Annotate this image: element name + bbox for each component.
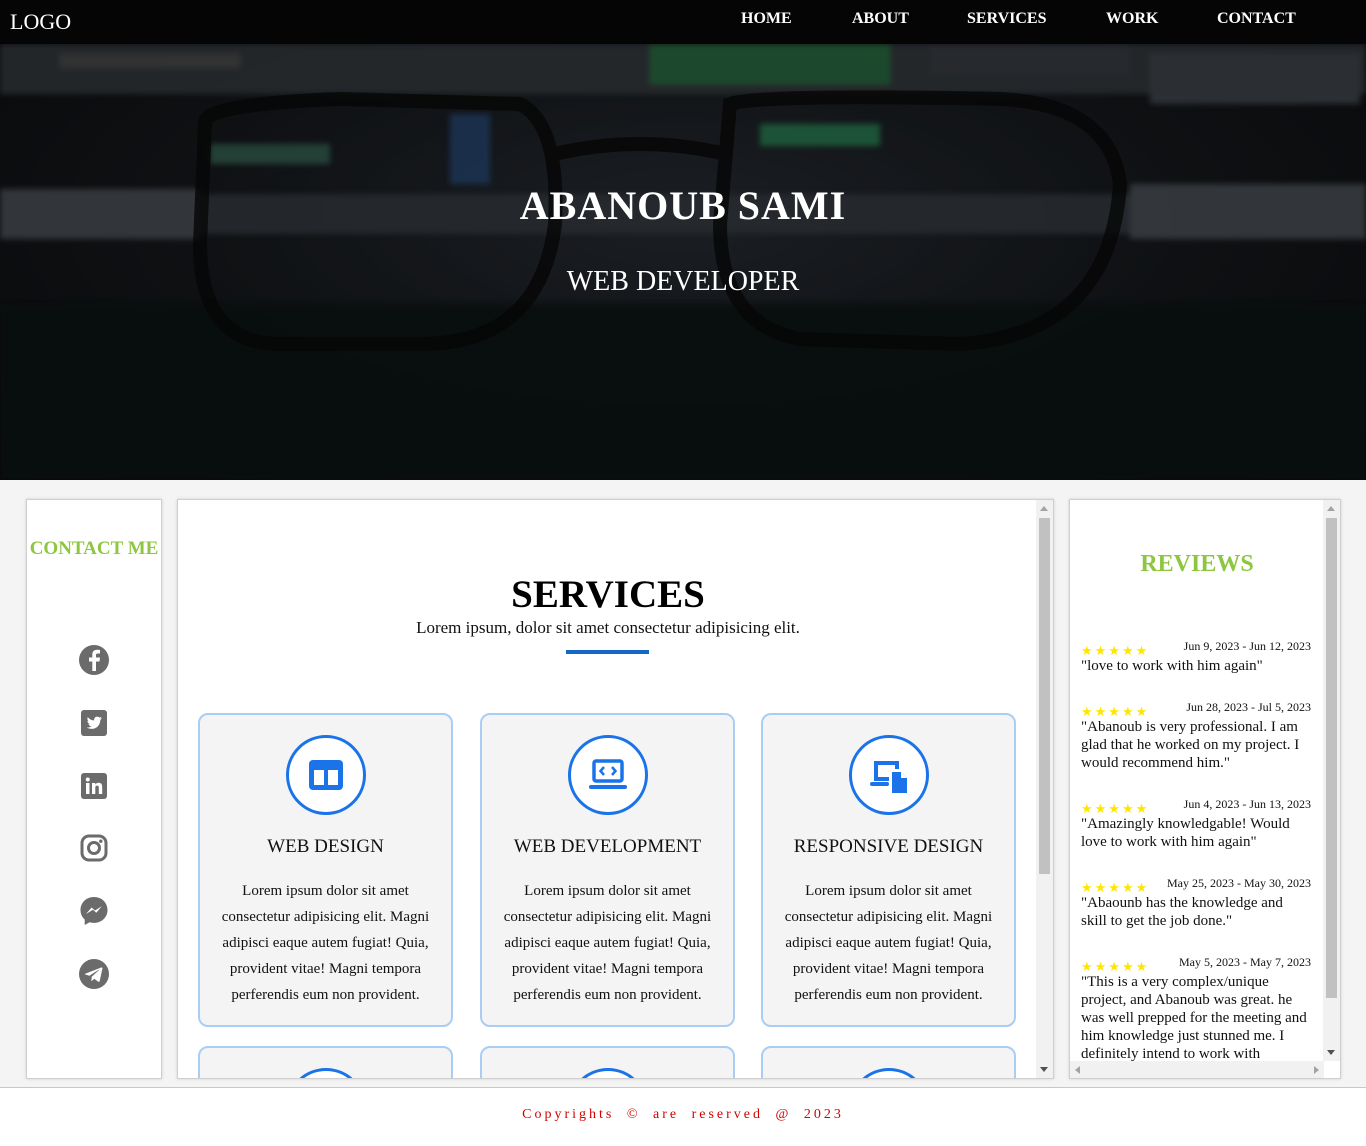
services-section[interactable]: SERVICES Lorem ipsum, dolor sit amet con…: [177, 499, 1054, 1079]
copyright-text: Copyrights © are reserved @ 2023: [522, 1107, 844, 1122]
nav-about-link[interactable]: ABOUT: [852, 0, 909, 37]
reviews-horizontal-scrollbar[interactable]: [1070, 1061, 1324, 1078]
card-icon-circle: [568, 1068, 648, 1078]
star-rating: ★★★★★: [1081, 959, 1150, 974]
card-title: RESPONSIVE DESIGN: [793, 836, 984, 857]
contact-sidebar: CONTACT ME: [26, 499, 162, 1079]
contact-title: CONTACT ME: [29, 538, 159, 559]
hero-role: WEB DEVELOPER: [566, 266, 800, 297]
reviews-title: REVIEWS: [1140, 551, 1254, 577]
scrollbar-thumb[interactable]: [1039, 518, 1050, 874]
star-rating: ★★★★★: [1081, 801, 1150, 816]
review-text: "This is a very complex/unique project, …: [1081, 974, 1307, 1062]
card-description: Lorem ipsum dolor sit amet consectetur a…: [503, 883, 712, 1003]
service-card-responsive-design: RESPONSIVE DESIGN Lorem ipsum dolor sit …: [761, 713, 1016, 1027]
services-subtitle: Lorem ipsum, dolor sit amet consectetur …: [416, 618, 800, 637]
scroll-left-arrow-icon[interactable]: [1075, 1066, 1080, 1074]
review-item: ★★★★★ Jun 4, 2023 - Jun 13, 2023 "Amazing…: [1081, 797, 1311, 851]
linkedin-icon[interactable]: [78, 770, 110, 802]
top-navbar: LOGO HOME ABOUT SERVICES WORK CONTACT: [0, 0, 1366, 44]
scroll-up-arrow-icon[interactable]: [1327, 506, 1335, 511]
star-rating: ★★★★★: [1081, 880, 1150, 895]
review-date: Jun 9, 2023 - Jun 12, 2023: [1183, 639, 1311, 653]
hero-name: ABANOUB SAMI: [519, 183, 847, 228]
devices-icon: [870, 761, 907, 793]
review-text: "love to work with him again": [1081, 658, 1263, 674]
messenger-icon[interactable]: [78, 895, 110, 927]
facebook-icon[interactable]: [78, 644, 110, 676]
review-text: "Abanoub is very professional. I am glad…: [1081, 719, 1300, 771]
service-card-web-development: WEB DEVELOPMENT Lorem ipsum dolor sit am…: [480, 713, 735, 1027]
telegram-icon[interactable]: [78, 958, 110, 990]
services-title: SERVICES: [511, 573, 705, 616]
review-date: Jun 28, 2023 - Jul 5, 2023: [1186, 700, 1311, 714]
services-divider: [566, 650, 649, 654]
service-card-partial: [480, 1046, 735, 1078]
nav-work-link[interactable]: WORK: [1106, 0, 1158, 37]
service-card-partial: [198, 1046, 453, 1078]
review-date: May 25, 2023 - May 30, 2023: [1167, 876, 1311, 890]
laptop-code-icon: [589, 759, 627, 789]
review-item: ★★★★★ May 5, 2023 - May 7, 2023 "This is …: [1081, 955, 1311, 1063]
review-item: ★★★★★ Jun 28, 2023 - Jul 5, 2023 "Abanoub…: [1081, 700, 1311, 772]
review-text: "Amazingly knowledgable! Would love to w…: [1081, 816, 1290, 850]
instagram-icon[interactable]: [78, 832, 110, 864]
review-item: ★★★★★ Jun 9, 2023 - Jun 12, 2023 "love to…: [1081, 639, 1311, 675]
reviews-sidebar[interactable]: REVIEWS ★★★★★ Jun 9, 2023 - Jun 12, 2023 …: [1069, 499, 1341, 1079]
service-card-web-design: WEB DESIGN Lorem ipsum dolor sit amet co…: [198, 713, 453, 1027]
card-title: WEB DESIGN: [267, 836, 384, 857]
reviews-scrollbar[interactable]: [1323, 500, 1340, 1061]
card-title: WEB DEVELOPMENT: [513, 836, 702, 857]
layout-icon: [309, 760, 343, 790]
logo[interactable]: LOGO: [10, 9, 71, 35]
hero-background-image: [0, 44, 1366, 480]
scroll-right-arrow-icon[interactable]: [1314, 1066, 1319, 1074]
scroll-down-arrow-icon[interactable]: [1040, 1067, 1048, 1072]
nav-contact-link[interactable]: CONTACT: [1217, 0, 1296, 37]
service-card-partial: [761, 1046, 1016, 1078]
review-text: "Abaounb has the knowledge and skill to …: [1081, 895, 1283, 929]
review-item: ★★★★★ May 25, 2023 - May 30, 2023 "Abaoun…: [1081, 876, 1311, 930]
card-description: Lorem ipsum dolor sit amet consectetur a…: [784, 883, 993, 1003]
card-icon-circle: [286, 1068, 366, 1078]
twitter-icon[interactable]: [78, 707, 110, 739]
card-icon-circle: [286, 735, 366, 815]
hero-banner: ABANOUB SAMI WEB DEVELOPER: [0, 44, 1366, 480]
scrollbar-thumb[interactable]: [1326, 518, 1337, 998]
card-icon-circle: [568, 735, 648, 815]
review-date: May 5, 2023 - May 7, 2023: [1179, 955, 1311, 969]
services-scrollbar[interactable]: [1036, 500, 1053, 1078]
footer: Copyrights © are reserved @ 2023: [0, 1087, 1366, 1146]
card-icon-circle: [849, 735, 929, 815]
scroll-down-arrow-icon[interactable]: [1327, 1050, 1335, 1055]
star-rating: ★★★★★: [1081, 643, 1150, 658]
star-rating: ★★★★★: [1081, 704, 1150, 719]
nav-home-link[interactable]: HOME: [741, 0, 792, 37]
card-description: Lorem ipsum dolor sit amet consectetur a…: [221, 883, 430, 1003]
review-date: Jun 4, 2023 - Jun 13, 2023: [1183, 797, 1311, 811]
nav-services-link[interactable]: SERVICES: [967, 0, 1046, 37]
scroll-up-arrow-icon[interactable]: [1040, 506, 1048, 511]
card-icon-circle: [849, 1068, 929, 1078]
